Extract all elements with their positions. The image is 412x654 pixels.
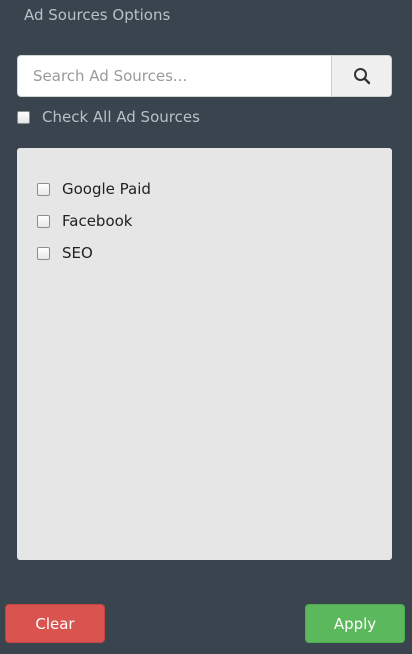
google-paid-checkbox[interactable] [37,182,50,196]
search-input[interactable] [17,55,331,97]
panel-title: Ad Sources Options [24,6,171,24]
search-button[interactable] [331,55,392,97]
facebook-checkbox[interactable] [37,214,50,228]
search-bar [17,55,392,97]
clear-button[interactable]: Clear [5,604,105,643]
search-icon [353,68,370,85]
check-all-checkbox[interactable] [17,110,30,124]
list-item-label[interactable]: Google Paid [62,180,151,198]
check-all-row: Check All Ad Sources [17,108,200,126]
apply-button[interactable]: Apply [305,604,405,643]
list-item-seo: SEO [37,244,93,262]
list-item-label[interactable]: Facebook [62,212,132,230]
seo-checkbox[interactable] [37,246,50,260]
check-all-label[interactable]: Check All Ad Sources [42,108,200,126]
list-item-google-paid: Google Paid [37,180,151,198]
list-item-label[interactable]: SEO [62,244,93,262]
ad-sources-list: Google Paid Facebook SEO [17,148,392,560]
list-item-facebook: Facebook [37,212,132,230]
